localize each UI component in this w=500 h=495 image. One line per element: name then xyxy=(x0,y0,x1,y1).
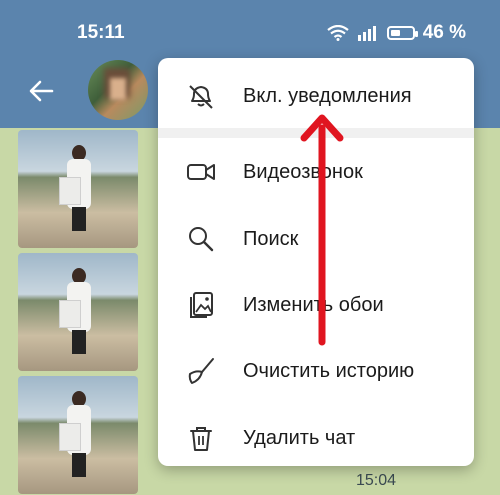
video-camera-icon xyxy=(187,164,215,180)
wallpaper-icon xyxy=(190,292,213,318)
trash-icon xyxy=(190,427,212,451)
muted-bell-icon xyxy=(189,85,213,109)
search-icon xyxy=(189,227,214,252)
photo-message[interactable] xyxy=(18,130,138,248)
annotation-arrow-icon xyxy=(300,114,344,346)
photo-message[interactable] xyxy=(18,376,138,494)
status-icons: 46 % xyxy=(327,22,466,44)
menu-item-label: Поиск xyxy=(243,227,299,250)
status-time: 15:11 xyxy=(77,22,125,43)
photo-message[interactable] xyxy=(18,253,138,371)
menu-item-clear-history[interactable]: Очистить историю xyxy=(158,343,474,399)
wifi-icon xyxy=(327,25,349,41)
menu-item-label: Удалить чат xyxy=(243,426,356,449)
broom-icon xyxy=(188,358,214,384)
battery-level xyxy=(390,30,400,36)
status-bar: 15:11 46 % xyxy=(0,0,500,64)
message-time: 15:04 xyxy=(356,472,397,489)
menu-item-label: Очистить историю xyxy=(243,359,415,382)
battery-icon xyxy=(386,26,418,40)
signal-icon xyxy=(357,26,376,41)
avatar[interactable] xyxy=(88,60,148,120)
battery-percent: 46 % xyxy=(422,22,466,43)
back-arrow-icon[interactable] xyxy=(26,76,56,106)
menu-item-delete-chat[interactable]: Удалить чат xyxy=(158,410,474,466)
menu-item-label: Вкл. уведомления xyxy=(243,84,412,107)
